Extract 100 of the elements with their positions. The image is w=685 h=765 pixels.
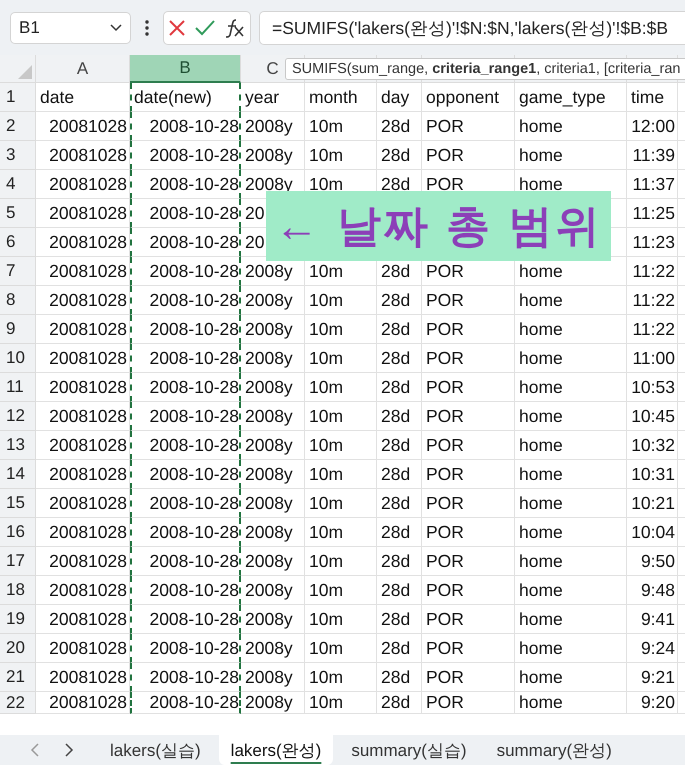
previous-sheet-icon[interactable] xyxy=(30,742,40,758)
row-header[interactable]: 3 xyxy=(0,141,36,170)
function-icon[interactable] xyxy=(224,18,246,38)
table-cell: 28d xyxy=(377,373,422,402)
row-header[interactable]: 21 xyxy=(0,663,36,692)
table-cell: 2008-10-28 xyxy=(130,576,241,605)
table-cell: 28d xyxy=(377,489,422,518)
table-cell: home xyxy=(515,460,627,489)
table-cell: 10:31 xyxy=(627,460,678,489)
row-header[interactable]: 20 xyxy=(0,634,36,663)
table-cell: 28d xyxy=(377,547,422,576)
table-cell: 2008y xyxy=(241,460,305,489)
table-cell: 9:24 xyxy=(627,634,678,663)
row-header[interactable]: 13 xyxy=(0,431,36,460)
row-header[interactable]: 2 xyxy=(0,112,36,141)
table-cell: 9:41 xyxy=(627,605,678,634)
table-cell: 2008-10-28 xyxy=(130,605,241,634)
table-cell: 20081028 xyxy=(36,344,130,373)
row-header[interactable]: 7 xyxy=(0,257,36,286)
table-cell: year xyxy=(241,83,305,112)
table-cell: 20081028 xyxy=(36,402,130,431)
table-cell: 10m xyxy=(305,489,377,518)
table-cell: 2008y xyxy=(241,518,305,547)
table-cell: 28d xyxy=(377,402,422,431)
more-icon[interactable] xyxy=(145,20,149,36)
table-cell: 2008y xyxy=(241,286,305,315)
table-cell: POR xyxy=(422,344,515,373)
table-cell: 28d xyxy=(377,315,422,344)
table-cell: 11:23 xyxy=(627,228,678,257)
table-cell: 11:39 xyxy=(627,141,678,170)
row-header[interactable]: 8 xyxy=(0,286,36,315)
row-header[interactable]: 16 xyxy=(0,518,36,547)
table-cell: 10:53 xyxy=(627,373,678,402)
sheet-tab[interactable]: summary(실습) xyxy=(339,735,479,765)
table-cell: 10m xyxy=(305,112,377,141)
table-cell: 10m xyxy=(305,141,377,170)
row-header[interactable]: 5 xyxy=(0,199,36,228)
table-cell: 28d xyxy=(377,634,422,663)
row-header[interactable]: 1 xyxy=(0,83,36,112)
table-cell: 20081028 xyxy=(36,489,130,518)
table-cell: 20081028 xyxy=(36,286,130,315)
table-cell: POR xyxy=(422,112,515,141)
row-header[interactable]: 17 xyxy=(0,547,36,576)
table-cell: 20081028 xyxy=(36,576,130,605)
row-header[interactable]: 15 xyxy=(0,489,36,518)
table-cell: date(new) xyxy=(130,83,241,112)
row-header[interactable]: 10 xyxy=(0,344,36,373)
next-sheet-icon[interactable] xyxy=(64,742,74,758)
row-header[interactable]: 14 xyxy=(0,460,36,489)
table-cell: 2008-10-28 xyxy=(130,199,241,228)
table-cell: 20081028 xyxy=(36,431,130,460)
annotation-label: ← 날짜 총 범위 xyxy=(266,191,611,261)
table-cell: 20081028 xyxy=(36,634,130,663)
table-cell: 28d xyxy=(377,663,422,692)
table-cell: 9:48 xyxy=(627,576,678,605)
table-cell: 10m xyxy=(305,286,377,315)
table-cell: home xyxy=(515,605,627,634)
table-cell: 2008y xyxy=(241,373,305,402)
table-cell: 2008y xyxy=(241,112,305,141)
table-cell: 11:22 xyxy=(627,286,678,315)
table-cell: 28d xyxy=(377,518,422,547)
row-header[interactable]: 11 xyxy=(0,373,36,402)
formula-field[interactable]: =SUMIFS('lakers(완성)'!$N:$N,'lakers(완성)'!$B:$B xyxy=(259,10,685,44)
row-header[interactable]: 19 xyxy=(0,605,36,634)
row-header[interactable]: 6 xyxy=(0,228,36,257)
check-icon[interactable] xyxy=(194,18,216,36)
table-cell: 28d xyxy=(377,344,422,373)
table-cell: date xyxy=(36,83,130,112)
row-header[interactable]: 18 xyxy=(0,576,36,605)
table-cell: 2008y xyxy=(241,634,305,663)
table-cell: 28d xyxy=(377,692,422,714)
table-cell: POR xyxy=(422,634,515,663)
table-cell: 2008y xyxy=(241,489,305,518)
row-header[interactable]: 4 xyxy=(0,170,36,199)
name-box[interactable]: B1 xyxy=(10,12,131,44)
table-cell: 20081028 xyxy=(36,518,130,547)
row-header[interactable]: 12 xyxy=(0,402,36,431)
table-cell: 2008-10-28 xyxy=(130,402,241,431)
chevron-icon xyxy=(110,24,122,32)
column-header[interactable]: A xyxy=(36,55,130,83)
sheet-tab[interactable]: lakers(실습) xyxy=(98,735,213,765)
table-cell: POR xyxy=(422,518,515,547)
table-cell: 9:21 xyxy=(627,663,678,692)
table-cell: 2008y xyxy=(241,692,305,714)
row-header[interactable]: 9 xyxy=(0,315,36,344)
sheet-tab[interactable]: summary(완성) xyxy=(484,735,624,765)
table-cell: POR xyxy=(422,489,515,518)
column-header[interactable]: B xyxy=(130,55,241,83)
table-cell: 28d xyxy=(377,141,422,170)
row-header[interactable]: 22 xyxy=(0,692,36,714)
table-cell: month xyxy=(305,83,377,112)
cancel-icon[interactable] xyxy=(168,18,186,36)
table-cell: 2008y xyxy=(241,402,305,431)
table-cell: 10:45 xyxy=(627,402,678,431)
table-cell: 20081028 xyxy=(36,460,130,489)
table-cell: 2008-10-28 xyxy=(130,315,241,344)
table-cell: 2008-10-28 xyxy=(130,228,241,257)
table-cell: 2008y xyxy=(241,576,305,605)
sheet-tab[interactable]: lakers(완성) xyxy=(218,735,334,765)
table-cell: 2008-10-28 xyxy=(130,663,241,692)
